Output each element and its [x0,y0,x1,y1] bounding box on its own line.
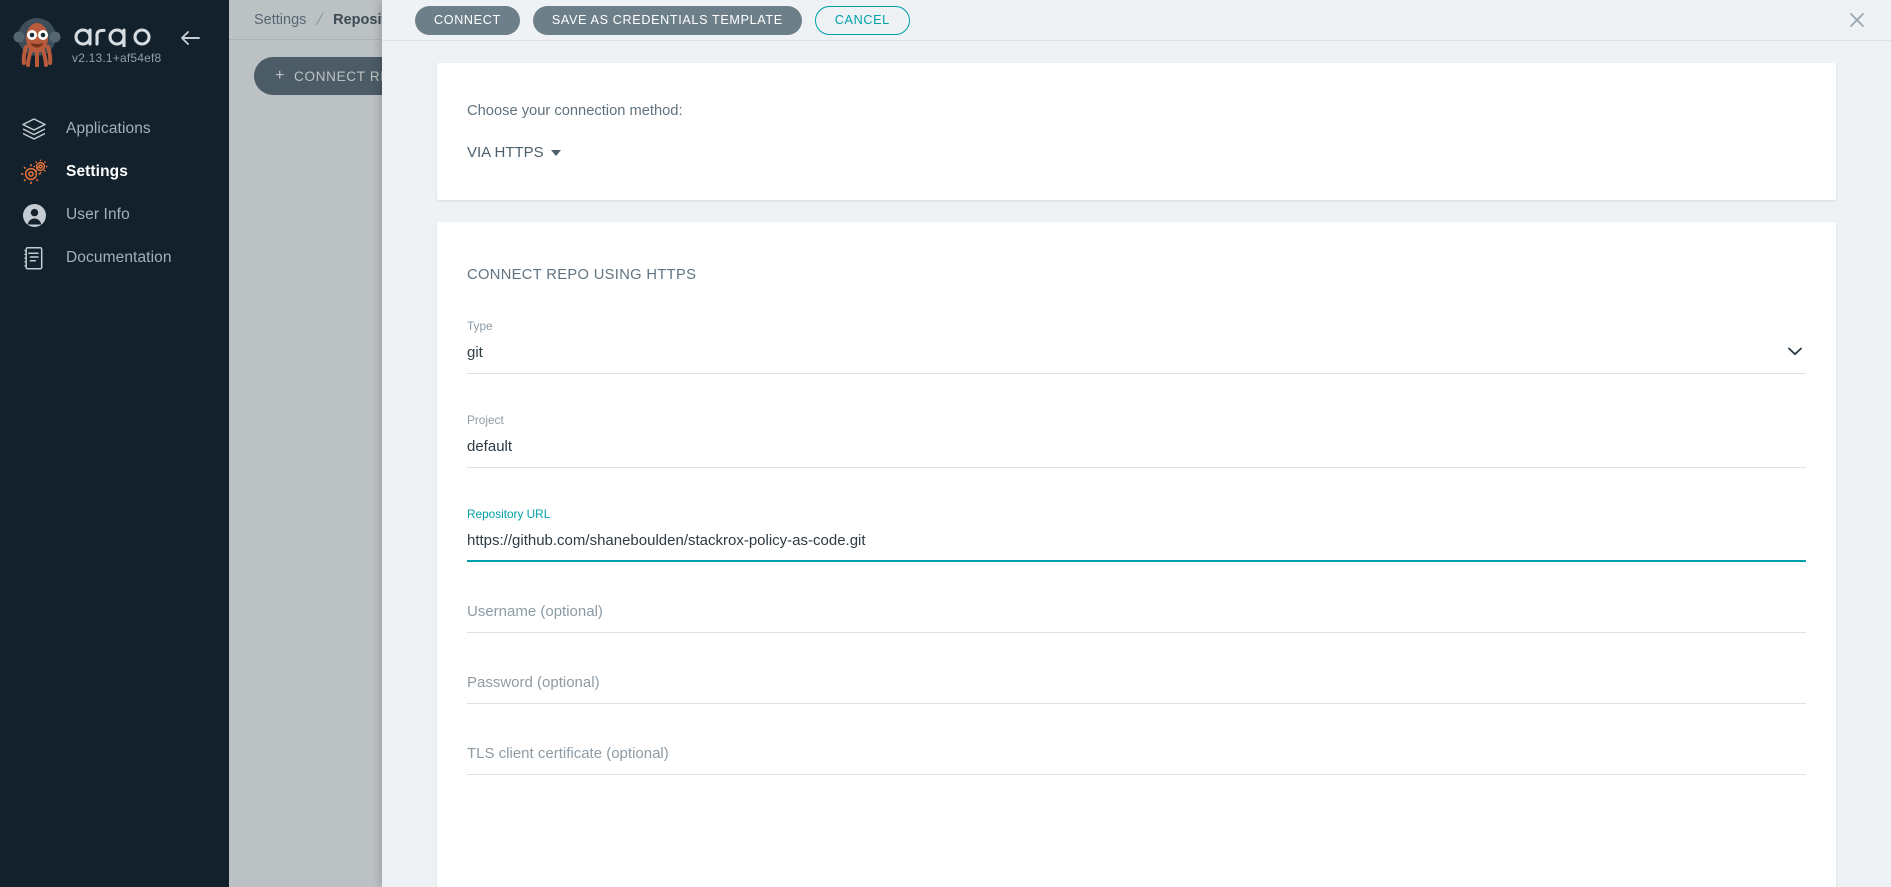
tls-client-certificate-input[interactable]: TLS client certificate (optional) [467,743,1806,765]
sidebar-item-label: Documentation [66,249,172,266]
app-root: v2.13.1+af54ef8 Applications Settings Us… [0,0,1891,887]
save-credentials-template-button[interactable]: SAVE AS CREDENTIALS TEMPLATE [532,5,802,35]
gears-icon [18,157,50,187]
username-input[interactable]: Username (optional) [467,601,1806,623]
connection-method-value: VIA HTTPS [467,144,544,161]
sidebar: v2.13.1+af54ef8 Applications Settings Us… [0,0,229,887]
field-underline [467,373,1806,374]
form-title: CONNECT REPO USING HTTPS [467,267,697,283]
connect-repo-panel: CONNECT SAVE AS CREDENTIALS TEMPLATE CAN… [382,0,1891,887]
field-underline [467,703,1806,704]
book-icon [18,243,50,273]
chevron-down-icon[interactable] [1788,347,1802,356]
field-repository-url: Repository URL https://github.com/shaneb… [467,507,1806,562]
caret-down-icon [550,149,561,156]
version-label: v2.13.1+af54ef8 [72,51,162,65]
sidebar-item-applications[interactable]: Applications [0,109,229,149]
close-icon[interactable] [1847,10,1867,30]
user-circle-icon [18,200,50,230]
brand-text: v2.13.1+af54ef8 [72,22,161,65]
sidebar-item-label: Settings [66,163,128,180]
connect-repo-form-card: CONNECT REPO USING HTTPS Type git Projec… [437,222,1836,887]
sidebar-item-documentation[interactable]: Documentation [0,238,229,278]
field-username: Username (optional) [467,601,1806,633]
arrow-left-icon[interactable] [178,28,202,48]
field-type: Type git [467,319,1806,374]
field-project: Project default [467,413,1806,468]
sidebar-item-settings[interactable]: Settings [0,152,229,192]
field-underline [467,560,1806,562]
argo-wordmark [74,28,151,47]
project-input[interactable]: default [467,436,1806,458]
type-select-value[interactable]: git [467,342,1806,364]
panel-content: Choose your connection method: VIA HTTPS… [382,41,1891,887]
field-password: Password (optional) [467,672,1806,704]
brand-header: v2.13.1+af54ef8 [0,0,229,92]
connection-method-dropdown[interactable]: VIA HTTPS [467,144,561,161]
sidebar-item-label: Applications [66,120,151,137]
field-label: Project [467,413,504,427]
password-input[interactable]: Password (optional) [467,672,1806,694]
field-underline [467,467,1806,468]
repository-url-input[interactable]: https://github.com/shaneboulden/stackrox… [467,530,1806,552]
field-underline [467,774,1806,775]
sidebar-item-label: User Info [66,206,130,223]
cancel-button[interactable]: CANCEL [814,5,910,35]
field-underline [467,632,1806,633]
sidebar-item-user-info[interactable]: User Info [0,195,229,235]
connect-button[interactable]: CONNECT [415,5,520,35]
panel-toolbar: CONNECT SAVE AS CREDENTIALS TEMPLATE CAN… [382,0,1891,41]
field-tls-client-certificate: TLS client certificate (optional) [467,743,1806,775]
field-label: Type [467,319,493,333]
sidebar-nav: Applications Settings User Info Document… [0,109,229,278]
connection-method-prompt: Choose your connection method: [467,103,683,119]
layers-icon [18,114,50,144]
connection-method-card: Choose your connection method: VIA HTTPS [437,63,1836,200]
field-label: Repository URL [467,507,551,521]
argo-octopus-icon [13,18,61,67]
